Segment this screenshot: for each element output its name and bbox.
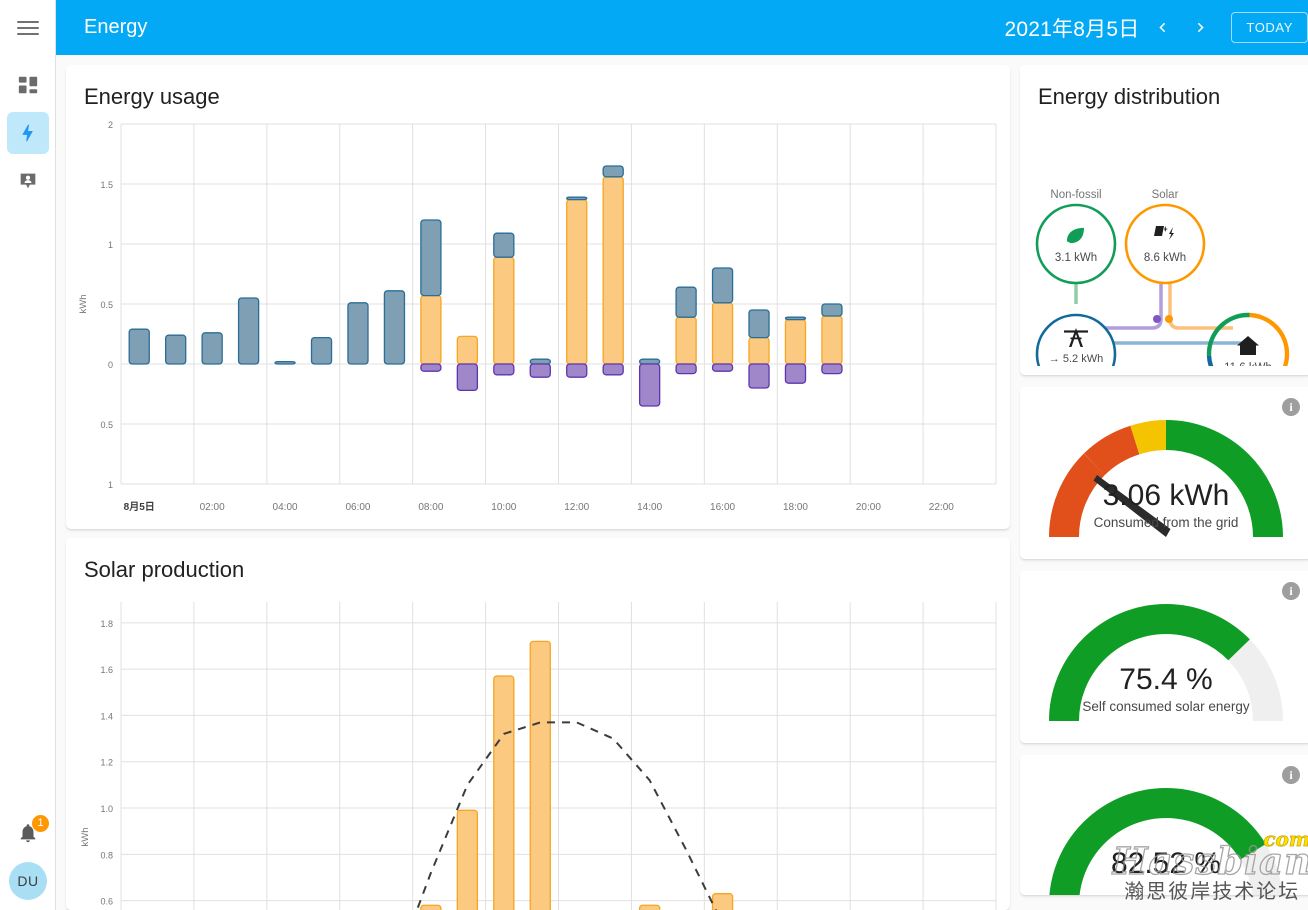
svg-text:kWh: kWh bbox=[80, 828, 91, 847]
page-title: Energy bbox=[84, 16, 148, 38]
lightning-bolt-icon bbox=[17, 122, 39, 144]
gauge-card-third: i 82.52 % bbox=[1020, 755, 1308, 895]
energy-usage-title: Energy usage bbox=[84, 84, 220, 109]
solar-value: 8.6 kWh bbox=[1144, 252, 1186, 264]
svg-text:16:00: 16:00 bbox=[710, 502, 735, 513]
energy-usage-card: Energy usage 2 1.5 1 0.5 0 0.5 1 kWh 8月5日 02:00 04… bbox=[66, 65, 1010, 529]
today-button[interactable]: TODAY bbox=[1231, 12, 1308, 43]
svg-text:kWh: kWh bbox=[78, 295, 89, 314]
person-map-marker-icon bbox=[17, 170, 39, 192]
gauge-caption: Self consumed solar energy bbox=[1082, 699, 1250, 714]
info-icon[interactable]: i bbox=[1282, 398, 1300, 416]
energy-usage-chart[interactable]: 2 1.5 1 0.5 0 0.5 1 kWh 8月5日 02:00 04:00 06:00 08:00… bbox=[66, 114, 1010, 529]
solar-label: Solar bbox=[1152, 189, 1179, 201]
svg-text:1.0: 1.0 bbox=[100, 804, 113, 814]
svg-text:1.8: 1.8 bbox=[100, 619, 113, 629]
home-value: 11.6 kWh bbox=[1224, 362, 1272, 366]
gauge-segment-red-b bbox=[1083, 425, 1140, 476]
chevron-left-icon[interactable] bbox=[1147, 11, 1177, 45]
svg-text:1.6: 1.6 bbox=[100, 665, 113, 675]
dot-solar-grid bbox=[1153, 315, 1161, 323]
svg-text:1.2: 1.2 bbox=[100, 758, 113, 768]
toolbar-actions: 2021年8月5日 TODAY bbox=[1005, 11, 1308, 45]
info-icon[interactable]: i bbox=[1282, 582, 1300, 600]
svg-text:1.4: 1.4 bbox=[100, 711, 113, 721]
gauge-arc-chart bbox=[1049, 604, 1283, 722]
sidebar-footer: 1 DU bbox=[0, 815, 56, 900]
svg-text:12:00: 12:00 bbox=[564, 502, 589, 513]
svg-text:0.6: 0.6 bbox=[100, 897, 113, 907]
sidebar-item-overview[interactable] bbox=[7, 64, 49, 106]
svg-text:0.8: 0.8 bbox=[100, 850, 113, 860]
info-icon[interactable]: i bbox=[1282, 766, 1300, 784]
main-area: Energy 2021年8月5日 TODAY Energy usage 2 1.… bbox=[56, 0, 1308, 910]
svg-text:1: 1 bbox=[108, 480, 113, 490]
svg-text:0: 0 bbox=[108, 360, 113, 370]
energy-dashboard: 1 DU Energy 2021年8月5日 TODAY Energy usage… bbox=[0, 0, 1308, 910]
gauge-value: 82.52 % bbox=[1110, 847, 1222, 880]
svg-text:08:00: 08:00 bbox=[418, 502, 443, 513]
svg-text:14:00: 14:00 bbox=[637, 502, 662, 513]
notification-badge: 1 bbox=[32, 815, 49, 832]
nonfossil-circle bbox=[1035, 203, 1117, 285]
energy-distribution-title: Energy distribution bbox=[1038, 84, 1221, 109]
current-date-label: 2021年8月5日 bbox=[1004, 17, 1140, 41]
svg-text:06:00: 06:00 bbox=[345, 502, 370, 513]
solar-production-card: Solar production 1.81.61.41.21.00.80.60.… bbox=[66, 538, 1010, 910]
solar-circle bbox=[1124, 203, 1206, 285]
svg-text:10:00: 10:00 bbox=[491, 502, 516, 513]
dot-solar-home bbox=[1165, 315, 1173, 323]
gauge-card-self-consumed: i 75.4 % Self consumed solar energy bbox=[1020, 571, 1308, 743]
svg-text:8月5日: 8月5日 bbox=[124, 501, 155, 513]
grid-consumed-value: → 5.2 kWh bbox=[1049, 353, 1103, 365]
user-avatar[interactable]: DU bbox=[9, 862, 47, 900]
svg-text:2: 2 bbox=[108, 120, 113, 130]
energy-distribution-card: Energy distribution Non-fossil 3.1 kWh S… bbox=[1020, 65, 1308, 407]
sidebar: 1 DU bbox=[0, 0, 56, 910]
gauge-value: 3.06 kWh bbox=[1102, 479, 1230, 512]
dashboard-content: Energy usage 2 1.5 1 0.5 0 0.5 1 kWh 8月5日 02:00 04… bbox=[56, 55, 1308, 910]
right-column: Energy distribution Non-fossil 3.1 kWh S… bbox=[1020, 65, 1308, 910]
app-toolbar: Energy 2021年8月5日 TODAY bbox=[56, 0, 1308, 55]
notifications-button[interactable]: 1 bbox=[11, 815, 49, 852]
chevron-right-icon[interactable] bbox=[1185, 11, 1215, 45]
gauge-value: 75.4 % bbox=[1119, 663, 1213, 696]
svg-text:02:00: 02:00 bbox=[200, 502, 225, 513]
home-icon bbox=[1237, 336, 1259, 355]
svg-text:22:00: 22:00 bbox=[929, 502, 954, 513]
dashboard-grid-icon bbox=[17, 74, 39, 96]
sidebar-item-map[interactable] bbox=[7, 160, 49, 202]
svg-text:18:00: 18:00 bbox=[783, 502, 808, 513]
svg-text:04:00: 04:00 bbox=[273, 502, 298, 513]
nonfossil-label: Non-fossil bbox=[1050, 189, 1101, 201]
energy-distribution-diagram: Non-fossil 3.1 kWh Solar 8.6 kWh → 5.2 k… bbox=[1020, 114, 1308, 407]
solar-production-title: Solar production bbox=[84, 557, 245, 582]
gauge-segment-yellow bbox=[1130, 420, 1167, 455]
left-column: Energy usage 2 1.5 1 0.5 0 0.5 1 kWh 8月5日 02:00 04… bbox=[66, 65, 1010, 910]
svg-text:1: 1 bbox=[108, 240, 113, 250]
gauge-caption: Consumed from the grid bbox=[1093, 515, 1239, 530]
nonfossil-value: 3.1 kWh bbox=[1055, 252, 1097, 264]
svg-text:0.5: 0.5 bbox=[100, 300, 113, 310]
hamburger-menu-button[interactable] bbox=[0, 0, 56, 55]
gauge-card-grid-consumption: i 3.06 kWh Consumed from the grid bbox=[1020, 387, 1308, 559]
gauge-needle-chart bbox=[1048, 420, 1283, 538]
svg-text:20:00: 20:00 bbox=[856, 502, 881, 513]
sidebar-item-energy[interactable] bbox=[6, 112, 49, 154]
solar-production-chart[interactable]: 1.81.61.41.21.00.80.60.4kWh bbox=[66, 587, 1010, 910]
sidebar-nav bbox=[6, 64, 49, 202]
hamburger-menu-icon bbox=[16, 17, 39, 39]
svg-text:0.5: 0.5 bbox=[100, 420, 113, 430]
svg-text:1.5: 1.5 bbox=[100, 180, 113, 190]
